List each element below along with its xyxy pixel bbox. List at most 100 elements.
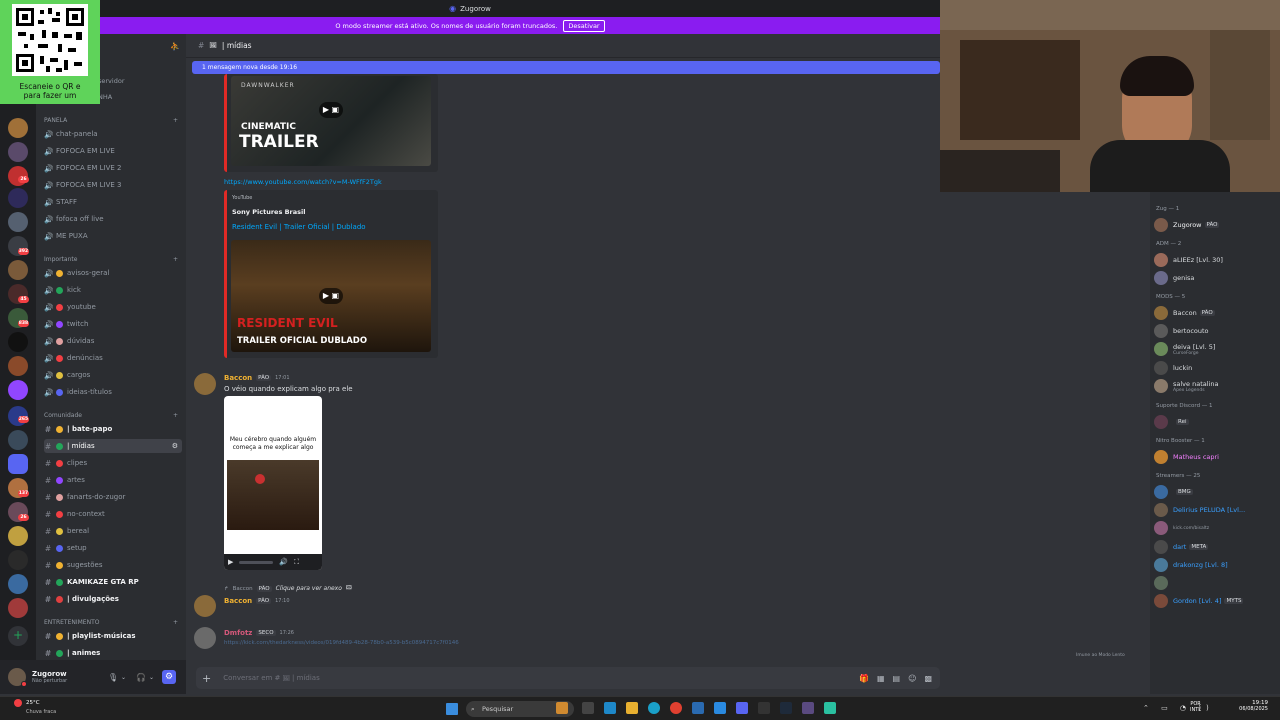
- play-icon[interactable]: ▶ ▣: [319, 288, 343, 304]
- server-icon-14[interactable]: [8, 430, 28, 450]
- server-icon-21[interactable]: [8, 598, 28, 618]
- author-name[interactable]: Dmfotz: [224, 629, 252, 637]
- category-entretenimento[interactable]: ENTRETENIMENTO +: [44, 619, 178, 626]
- member-item[interactable]: Zugorow PÃO: [1154, 216, 1278, 234]
- channel-item[interactable]: # no-context: [44, 507, 182, 521]
- author-name[interactable]: Baccon: [224, 374, 252, 382]
- member-item[interactable]: [1154, 574, 1278, 592]
- disable-streamer-button[interactable]: Desativar: [563, 19, 605, 32]
- channel-item[interactable]: # KAMIKAZE GTA RP: [44, 575, 182, 589]
- member-item[interactable]: Baccon PÃO: [1154, 304, 1278, 322]
- channel-item[interactable]: # | playlist-músicas: [44, 629, 182, 643]
- server-icon-5[interactable]: [8, 212, 28, 232]
- channel-item[interactable]: 🔊 ideias-títulos: [44, 385, 182, 399]
- apps-icon[interactable]: ▩: [924, 674, 932, 683]
- taskbar-app-icon[interactable]: [692, 702, 704, 714]
- reply-preview[interactable]: ↱ Baccon PÃO Clique para ver anexo 🖾: [224, 584, 352, 593]
- kick-link[interactable]: https://kick.com/thedarkness/videos/019f…: [224, 640, 459, 646]
- add-server-icon[interactable]: +: [8, 626, 28, 646]
- tray-icons[interactable]: ⌃ ▭ ◔ )): [1143, 704, 1214, 712]
- member-item[interactable]: drakonzg [Lvl. 8]: [1154, 556, 1278, 574]
- user-avatar[interactable]: [8, 668, 27, 687]
- emoji-icon[interactable]: ☺: [908, 674, 916, 683]
- progress-bar[interactable]: [239, 560, 274, 564]
- windows-start-icon[interactable]: [446, 703, 458, 715]
- member-item[interactable]: Rei: [1154, 413, 1278, 431]
- author-avatar[interactable]: [194, 373, 216, 395]
- message-composer[interactable]: + Conversar em # 🖼 | mídias 🎁 ▦ ▤ ☺ ▩: [196, 667, 940, 689]
- server-icon-20[interactable]: [8, 574, 28, 594]
- channel-item[interactable]: # artes: [44, 473, 182, 487]
- chrome-icon[interactable]: [670, 702, 682, 714]
- channel-item[interactable]: 🔊 STAFF: [44, 195, 182, 209]
- member-item[interactable]: kick.com/bisaltz: [1154, 519, 1278, 537]
- weather-temp[interactable]: 25°C: [26, 700, 40, 706]
- chevron-down-icon[interactable]: ⌄: [121, 674, 126, 681]
- member-item[interactable]: BMG: [1154, 483, 1278, 501]
- server-icon-1[interactable]: [8, 118, 28, 138]
- author-avatar[interactable]: [194, 627, 216, 649]
- taskbar-app-icon[interactable]: [556, 702, 568, 714]
- channel-item[interactable]: 🔊 dúvidas: [44, 334, 182, 348]
- new-messages-bar[interactable]: 1 mensagem nova desde 19:16: [192, 61, 940, 74]
- member-item[interactable]: salve natalina Apex Legends: [1154, 377, 1278, 395]
- channel-item[interactable]: 🔊 kick: [44, 283, 182, 297]
- channel-item[interactable]: # | animes: [44, 646, 182, 660]
- channel-item[interactable]: 🔊 denúncias: [44, 351, 182, 365]
- microphone-icon[interactable]: 🎙: [108, 673, 118, 682]
- member-item[interactable]: Matheus capri: [1154, 448, 1278, 466]
- embed-title[interactable]: Resident Evil | Trailer Oficial | Dublad…: [232, 223, 366, 231]
- channel-item[interactable]: # sugestões: [44, 558, 182, 572]
- play-icon[interactable]: ▶ ▣: [319, 102, 343, 118]
- discord-taskbar-icon[interactable]: [736, 702, 748, 714]
- member-item[interactable]: Gordon [Lvl. 4] MYTS: [1154, 592, 1278, 610]
- youtube-link[interactable]: https://www.youtube.com/watch?v=M-WFfF2T…: [224, 178, 382, 186]
- headphones-icon[interactable]: 🎧: [136, 673, 146, 682]
- channel-item[interactable]: # | mídias ⚙: [44, 439, 182, 453]
- author-name[interactable]: Baccon: [224, 597, 252, 605]
- channel-item[interactable]: # fanarts-do-zugor: [44, 490, 182, 504]
- taskbar-app-icon[interactable]: [714, 702, 726, 714]
- server-icon-18[interactable]: [8, 526, 28, 546]
- taskbar-app-icon[interactable]: [758, 702, 770, 714]
- channel-item[interactable]: 🔊 FOFOCA EM LIVE 2: [44, 161, 182, 175]
- embed-author[interactable]: Sony Pictures Brasil: [232, 208, 305, 216]
- taskbar-app-icon[interactable]: [824, 702, 836, 714]
- sticker-icon[interactable]: ▤: [893, 674, 901, 683]
- author-avatar[interactable]: [194, 595, 216, 617]
- server-icon-4[interactable]: [8, 188, 28, 208]
- channel-item[interactable]: 🔊 FOFOCA EM LIVE 3: [44, 178, 182, 192]
- category-comunidade[interactable]: Comunidade +: [44, 412, 178, 419]
- taskbar-app-icon[interactable]: [802, 702, 814, 714]
- channel-item[interactable]: 🔊 twitch: [44, 317, 182, 331]
- video-thumbnail-2[interactable]: RESIDENT EVIL TRAILER OFICIAL DUBLADO ▶ …: [231, 240, 431, 352]
- chevron-down-icon[interactable]: ⌄: [149, 674, 154, 681]
- member-item[interactable]: genisa: [1154, 269, 1278, 287]
- server-icon-2[interactable]: [8, 142, 28, 162]
- server-icon-12[interactable]: [8, 380, 28, 400]
- gif-icon[interactable]: ▦: [877, 674, 885, 683]
- video-thumbnail-1[interactable]: DAWNWALKER CINEMATIC TRAILER ▶ ▣: [231, 76, 431, 166]
- clock[interactable]: 19:19 06/08/2025: [1232, 700, 1268, 712]
- channel-item[interactable]: 🔊 cargos: [44, 368, 182, 382]
- member-item[interactable]: luckin: [1154, 359, 1278, 377]
- play-button-icon[interactable]: ▶: [228, 558, 233, 566]
- channel-item[interactable]: # setup: [44, 541, 182, 555]
- file-explorer-icon[interactable]: [626, 702, 638, 714]
- taskbar-app-icon[interactable]: [780, 702, 792, 714]
- channel-item[interactable]: # | divulgações: [44, 592, 182, 606]
- channel-item[interactable]: 🔊 avisos-geral: [44, 266, 182, 280]
- channel-item[interactable]: 🔊 fofoca off live: [44, 212, 182, 226]
- add-attachment-icon[interactable]: +: [202, 672, 211, 685]
- member-item[interactable]: aLIEEz [Lvl. 30]: [1154, 251, 1278, 269]
- gift-icon[interactable]: 🎁: [859, 674, 869, 683]
- channel-item[interactable]: 🔊 FOFOCA EM LIVE: [44, 144, 182, 158]
- server-icon-10[interactable]: [8, 332, 28, 352]
- server-icon-11[interactable]: [8, 356, 28, 376]
- member-item[interactable]: dart META: [1154, 538, 1278, 556]
- volume-icon[interactable]: 🔊: [279, 558, 288, 566]
- taskbar-app-icon[interactable]: [604, 702, 616, 714]
- channel-item[interactable]: 🔊 youtube: [44, 300, 182, 314]
- settings-gear-icon[interactable]: ⚙: [162, 670, 176, 684]
- member-item[interactable]: Delirius PELUDA [Lvl...: [1154, 501, 1278, 519]
